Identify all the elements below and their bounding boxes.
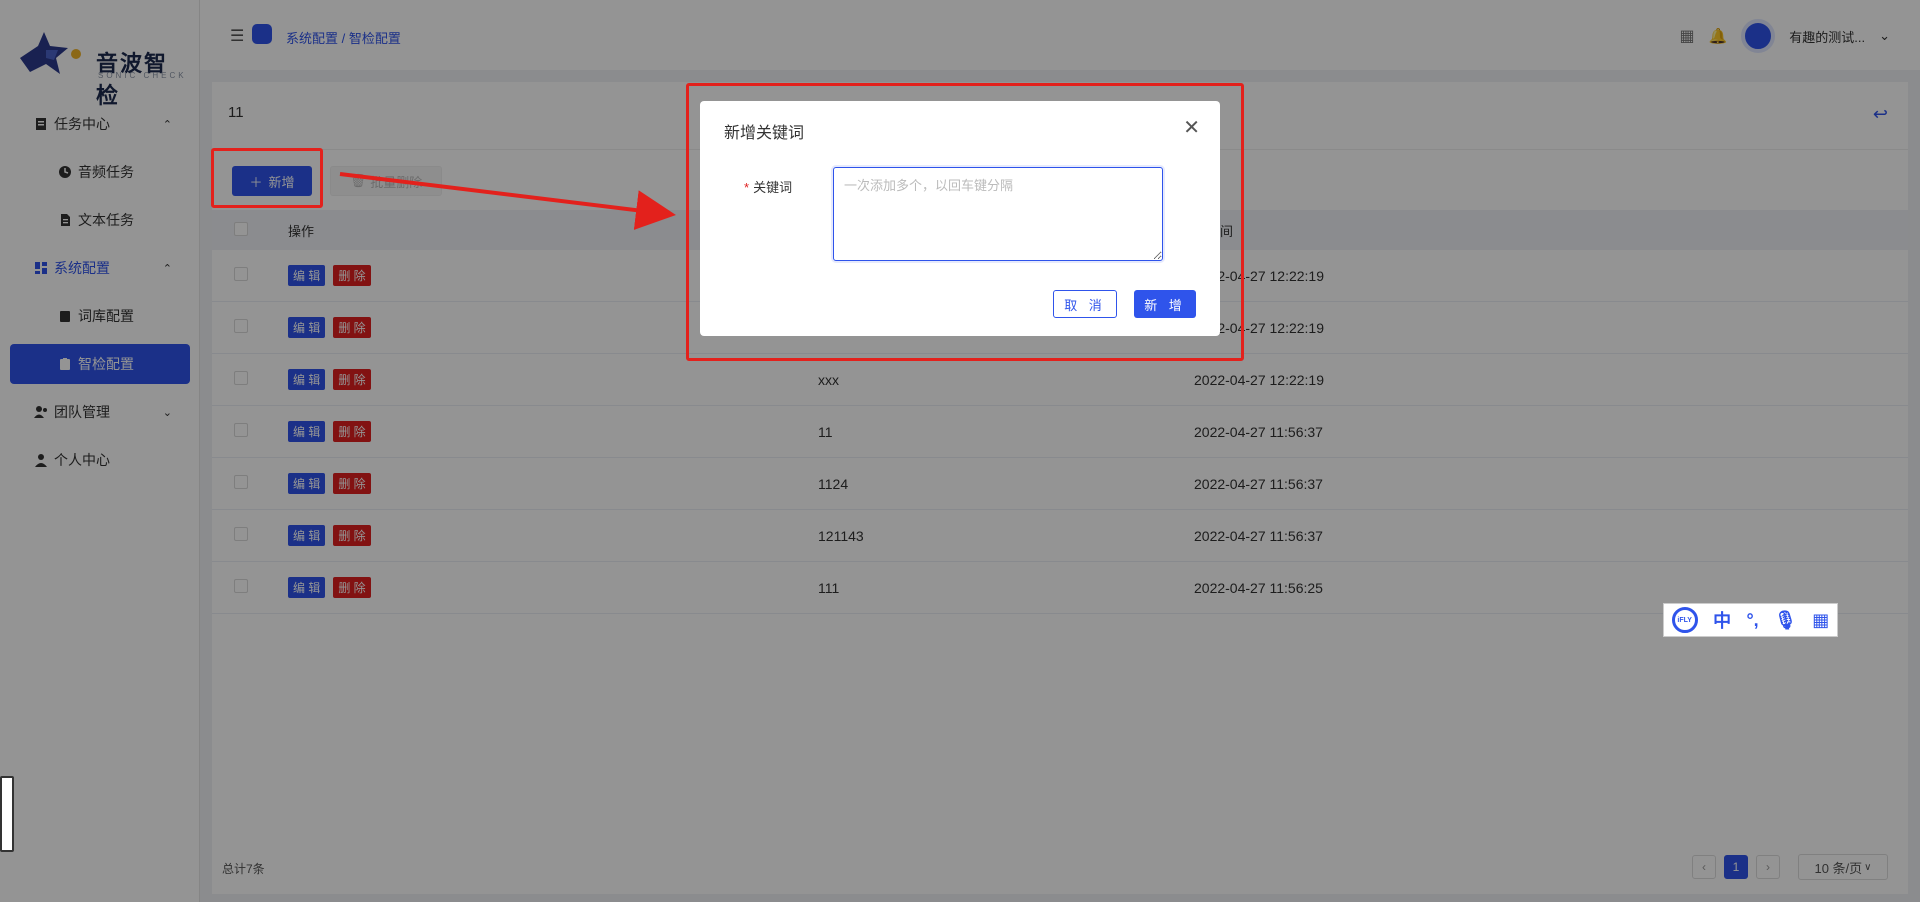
ime-lang-toggle[interactable]: 中 <box>1713 607 1731 633</box>
ime-toolbar[interactable]: iFLY 中 °, 🎙 ▦ <box>1663 603 1838 637</box>
apps-icon[interactable]: ▦ <box>1812 610 1829 631</box>
annotation-box-dialog <box>686 83 1244 361</box>
audio-level-meter <box>0 776 14 852</box>
annotation-box-add-button <box>211 148 323 208</box>
app-root: 音波智检 SONIC CHECK 任务中心 ⌃ 音频任务 文本任务 系统配置 ⌃ <box>0 0 1920 902</box>
microphone-icon[interactable]: 🎙 <box>1774 610 1797 631</box>
ifly-logo-icon[interactable]: iFLY <box>1671 607 1698 633</box>
ime-punctuation-toggle[interactable]: °, <box>1746 610 1758 631</box>
